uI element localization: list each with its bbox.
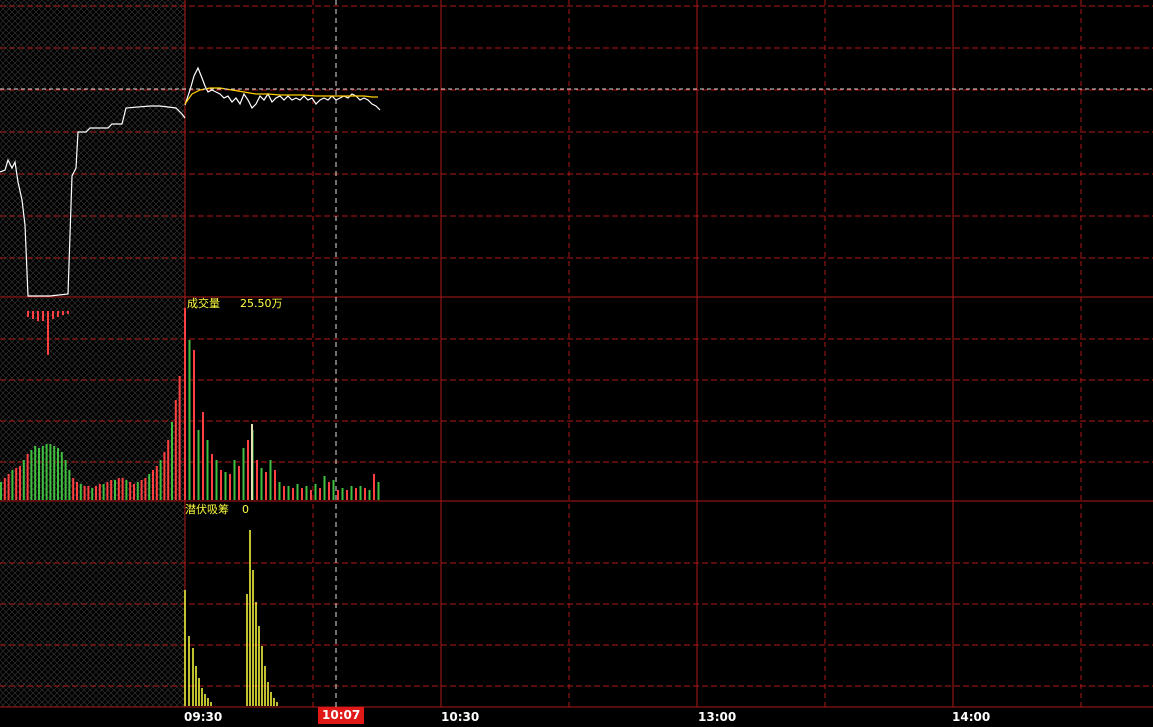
cursor-time-badge: 10:07 <box>318 707 365 724</box>
time-label-1030: 10:30 <box>441 710 480 724</box>
premarket-region-price <box>0 0 185 297</box>
indicator-panel-title: 潜伏吸筹 <box>185 503 229 516</box>
intraday-chart[interactable] <box>0 0 1153 727</box>
time-label-0930: 09:30 <box>184 710 223 724</box>
indicator-panel-value: 0 <box>242 503 249 516</box>
time-label-1300: 13:00 <box>698 710 737 724</box>
time-label-1400: 14:00 <box>952 710 991 724</box>
indicator-bars <box>184 530 278 706</box>
volume-panel-value: 25.50万 <box>240 297 283 310</box>
volume-panel-title: 成交量 <box>187 297 220 310</box>
